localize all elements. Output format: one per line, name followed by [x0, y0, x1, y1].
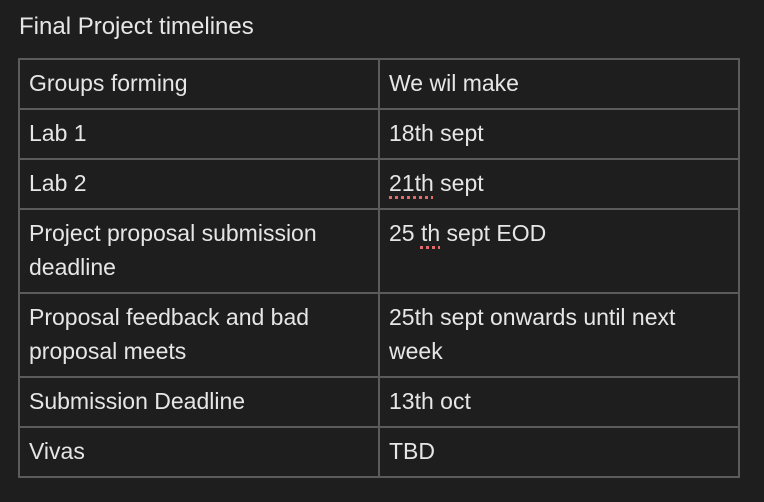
spellcheck-flagged-word[interactable]: 21th [389, 170, 434, 196]
table-row: Lab 2 21th sept [18, 158, 740, 210]
table-cell-task[interactable]: Lab 1 [18, 108, 380, 160]
table-cell-date[interactable]: 25th sept onwards until next week [378, 292, 740, 378]
table-cell-date[interactable]: TBD [378, 426, 740, 478]
table-cell-date[interactable]: 25 th sept EOD [378, 208, 740, 294]
date-text: 25 [389, 220, 421, 246]
spellcheck-flagged-word[interactable]: th [421, 220, 440, 246]
page-title: Final Project timelines [19, 13, 254, 40]
table-cell-task[interactable]: Submission Deadline [18, 376, 380, 428]
table-cell-task[interactable]: Lab 2 [18, 158, 380, 210]
timeline-table: Groups forming We wil make Lab 1 18th se… [18, 58, 740, 478]
table-cell-task[interactable]: Proposal feedback and bad proposal meets [18, 292, 380, 378]
table-row: Project proposal submission deadline 25 … [18, 208, 740, 294]
table-row: Vivas TBD [18, 426, 740, 478]
document-page: Final Project timelines Groups forming W… [0, 0, 764, 502]
table-row: Submission Deadline 13th oct [18, 376, 740, 428]
table-cell-task[interactable]: Groups forming [18, 58, 380, 110]
table-cell-date[interactable]: We wil make [378, 58, 740, 110]
table-cell-date[interactable]: 13th oct [378, 376, 740, 428]
table-cell-date[interactable]: 18th sept [378, 108, 740, 160]
table-row: Proposal feedback and bad proposal meets… [18, 292, 740, 378]
date-text: sept [433, 170, 484, 196]
table-cell-date[interactable]: 21th sept [378, 158, 740, 210]
table-row: Groups forming We wil make [18, 58, 740, 110]
table-row: Lab 1 18th sept [18, 108, 740, 160]
table-cell-task[interactable]: Project proposal submission deadline [18, 208, 380, 294]
table-cell-task[interactable]: Vivas [18, 426, 380, 478]
date-text: sept EOD [440, 220, 547, 246]
